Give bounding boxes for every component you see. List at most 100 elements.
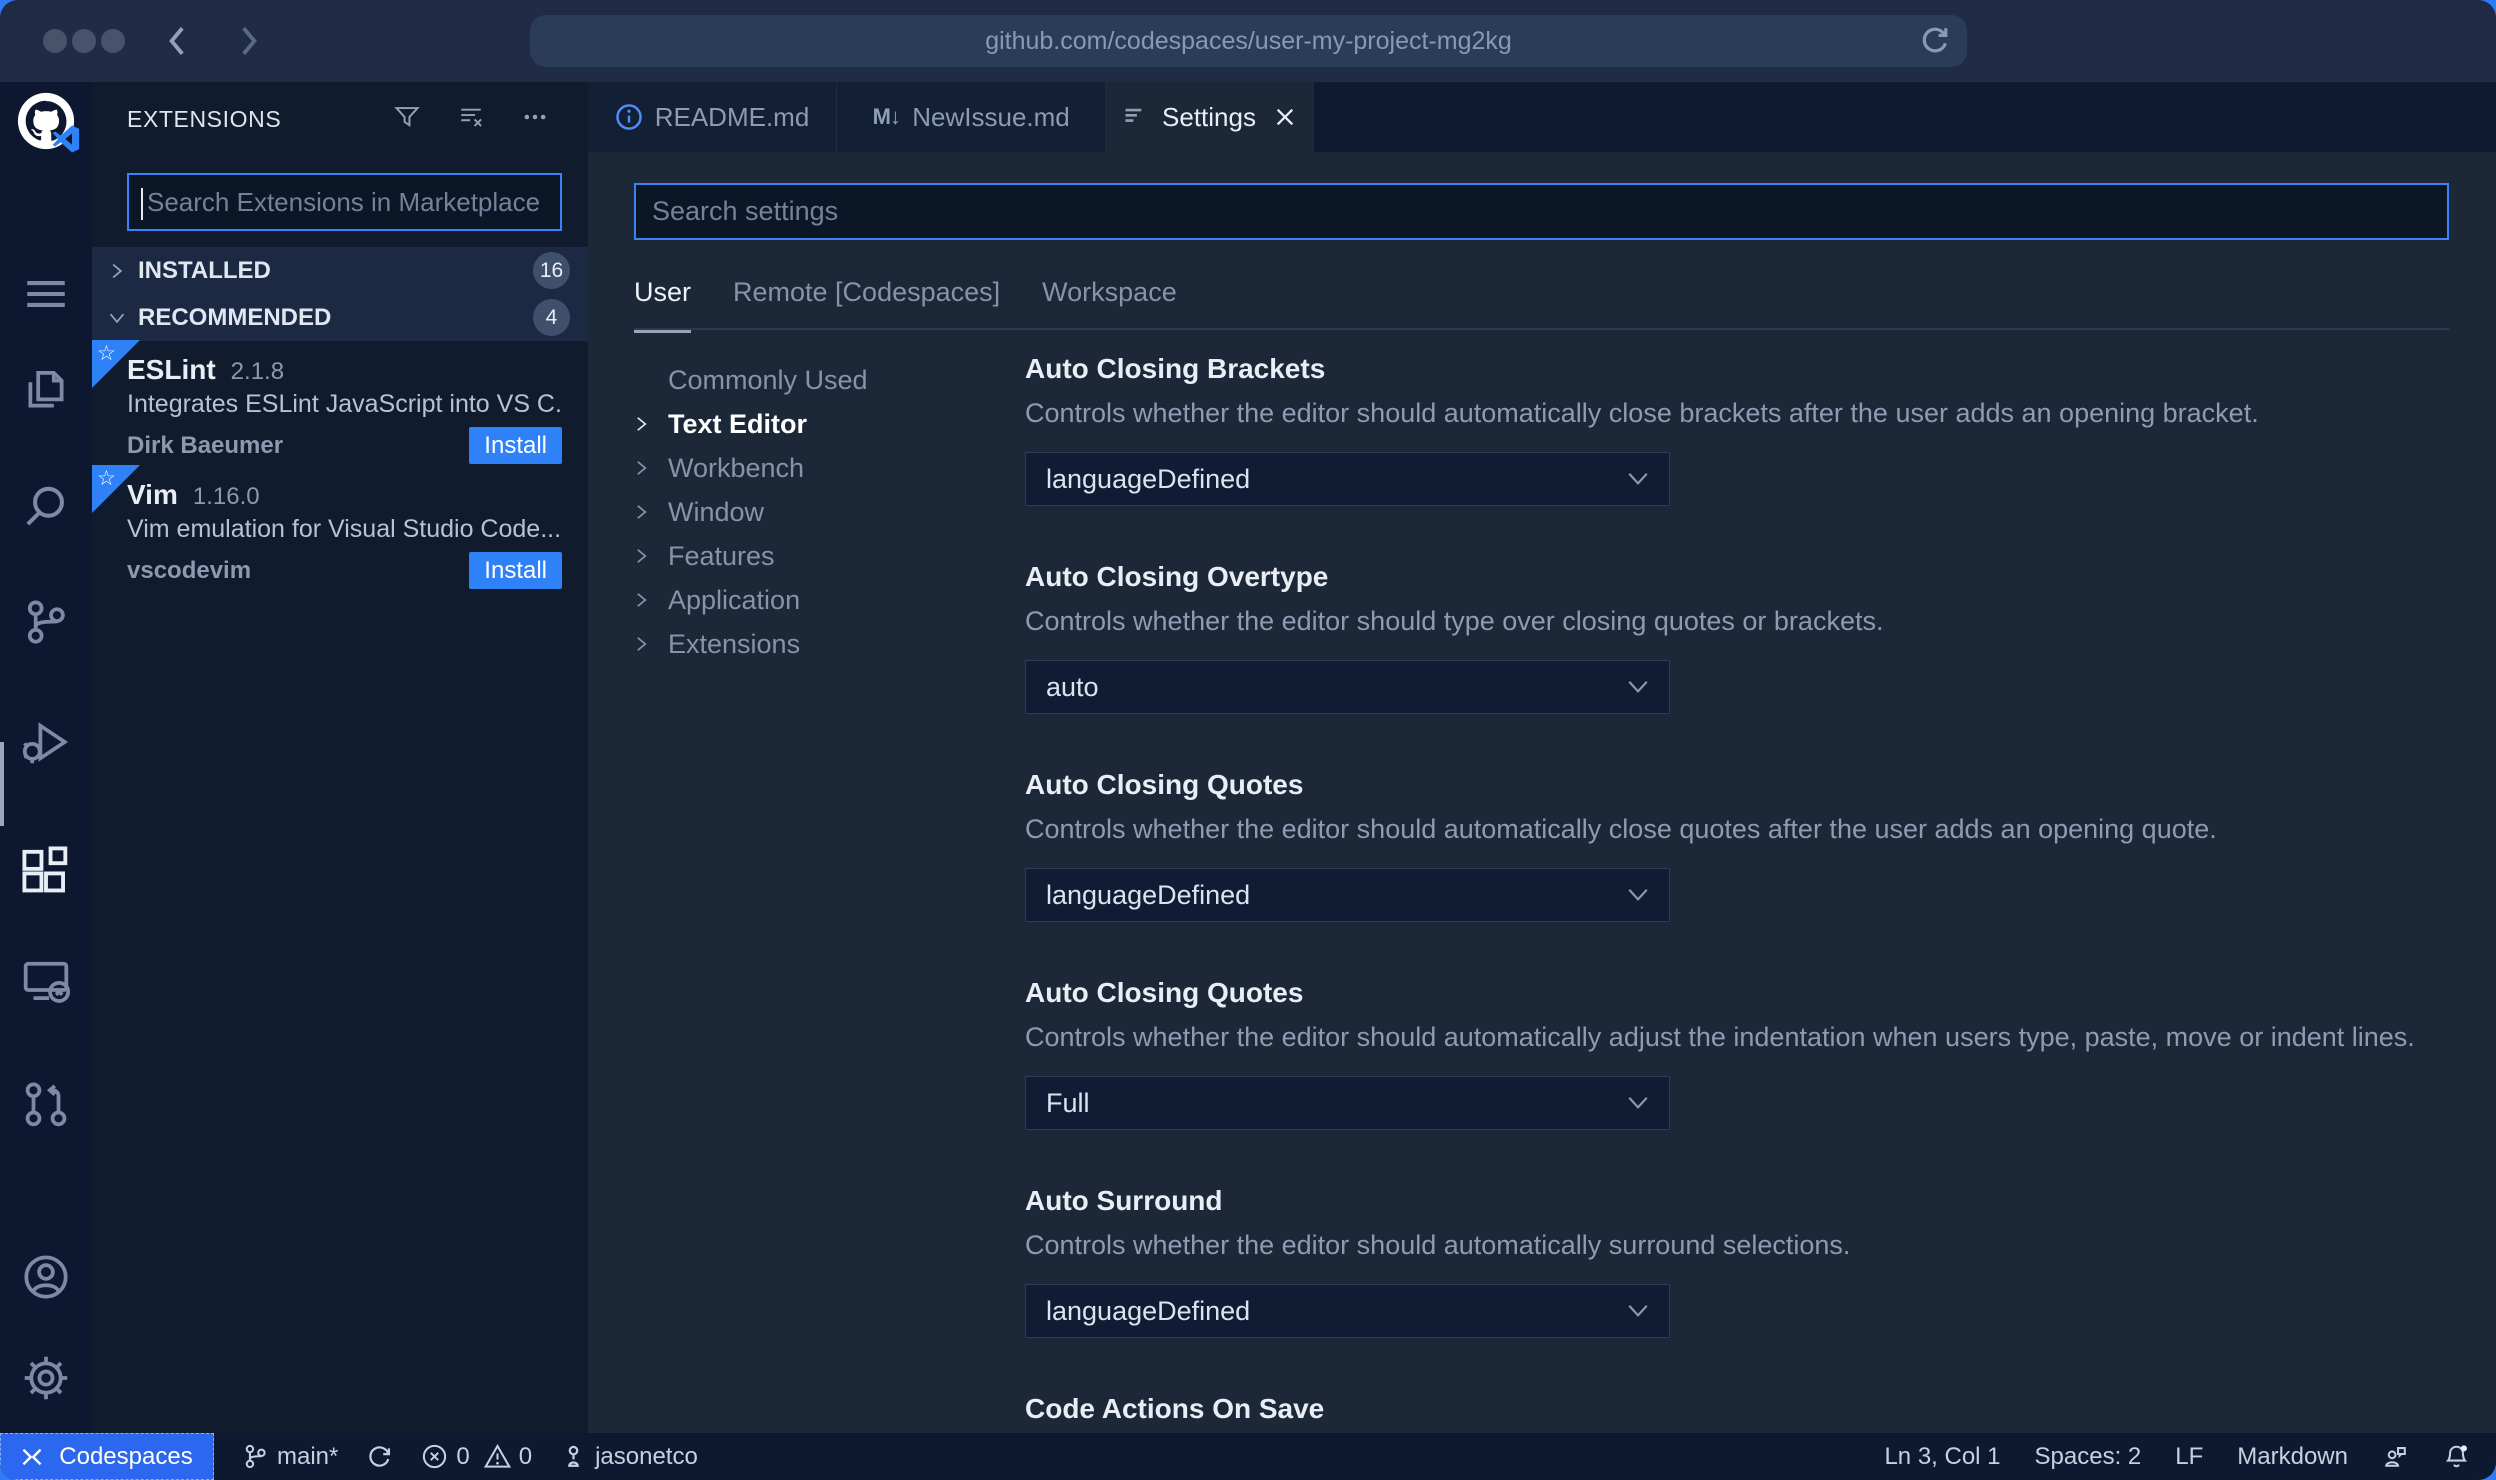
toc-extensions[interactable]: Extensions <box>634 622 1014 666</box>
extension-version: 1.16.0 <box>192 483 260 510</box>
scope-workspace[interactable]: Workspace <box>1042 277 1177 333</box>
extensions-icon[interactable] <box>0 841 92 899</box>
scope-divider <box>634 328 2449 330</box>
window-maximize-button[interactable] <box>101 29 125 53</box>
section-label: RECOMMENDED <box>138 303 332 331</box>
window-close-button[interactable] <box>43 29 67 53</box>
more-actions-icon[interactable] <box>522 104 548 135</box>
setting-description: Controls whether the editor should type … <box>1025 606 1884 636</box>
url-text: github.com/codespaces/user-my-project-mg… <box>985 26 1512 55</box>
setting-dropdown[interactable]: languageDefined <box>1025 868 1670 922</box>
setting-title: Auto Closing Overtype <box>1025 561 1329 592</box>
settings-search-input[interactable] <box>636 185 2447 238</box>
refresh-icon[interactable] <box>1919 25 1951 57</box>
indentation-indicator[interactable]: Spaces: 2 <box>2035 1443 2142 1471</box>
notifications-button[interactable] <box>2443 1443 2470 1470</box>
account-icon[interactable] <box>0 1248 92 1306</box>
setting-title: Auto Closing Quotes <box>1025 769 1304 800</box>
tab-label: README.md <box>654 101 810 132</box>
browser-back-button[interactable] <box>161 24 195 58</box>
settings-toc: Commonly Used Text Editor Workbench Wind… <box>634 358 1014 666</box>
window-minimize-button[interactable] <box>72 29 96 53</box>
sync-button[interactable] <box>366 1443 393 1470</box>
problems-indicator[interactable]: 0 0 <box>421 1443 532 1471</box>
sidebar-title: EXTENSIONS <box>127 105 282 132</box>
source-control-icon[interactable] <box>0 593 92 651</box>
browser-forward-button[interactable] <box>231 24 265 58</box>
feedback-button[interactable] <box>2382 1443 2409 1470</box>
scope-remote[interactable]: Remote [Codespaces] <box>733 277 1000 333</box>
activity-bar <box>0 82 92 1433</box>
eol-indicator[interactable]: LF <box>2175 1443 2203 1471</box>
cursor-position[interactable]: Ln 3, Col 1 <box>1884 1443 2000 1471</box>
chevron-down-icon <box>108 309 126 327</box>
remote-label: Codespaces <box>59 1442 193 1470</box>
user-indicator[interactable]: jasonetco <box>560 1443 698 1471</box>
info-icon <box>615 103 643 131</box>
user-label: jasonetco <box>595 1442 698 1470</box>
search-icon[interactable] <box>0 477 92 535</box>
remote-indicator[interactable]: Codespaces <box>0 1433 214 1480</box>
pull-request-icon[interactable] <box>0 1075 92 1133</box>
branch-label: main* <box>277 1442 339 1470</box>
toc-application[interactable]: Application <box>634 578 1014 622</box>
recommended-count-badge: 4 <box>533 299 570 336</box>
section-label: INSTALLED <box>138 256 271 284</box>
setting-dropdown[interactable]: languageDefined <box>1025 1284 1670 1338</box>
setting-auto-indent: Auto Closing Quotes Controls whether the… <box>1025 976 2449 1130</box>
setting-description: Controls whether the editor should autom… <box>1025 814 2217 844</box>
scope-user[interactable]: User <box>634 277 692 333</box>
run-debug-icon[interactable] <box>0 713 92 771</box>
extension-publisher: Dirk Baeumer <box>127 431 284 459</box>
tab-settings[interactable]: Settings <box>1106 82 1314 152</box>
language-mode[interactable]: Markdown <box>2237 1443 2348 1471</box>
setting-title: Auto Closing Quotes <box>1025 977 1304 1008</box>
tab-label: NewIssue.md <box>912 101 1070 132</box>
setting-title: Auto Surround <box>1025 1185 1223 1216</box>
chevron-down-icon <box>1627 1096 1649 1110</box>
setting-description: Controls whether the editor should autom… <box>1025 1230 1851 1260</box>
toc-window[interactable]: Window <box>634 490 1014 534</box>
explorer-icon[interactable] <box>0 361 92 419</box>
setting-dropdown[interactable]: languageDefined <box>1025 452 1670 506</box>
remote-explorer-icon[interactable] <box>0 951 92 1009</box>
toc-commonly-used[interactable]: Commonly Used <box>634 358 1014 402</box>
clear-extension-search-icon[interactable] <box>458 104 484 135</box>
setting-title: Auto Closing Brackets <box>1025 353 1326 384</box>
setting-title: Code Actions On Save <box>1025 1393 1325 1424</box>
filter-icon[interactable] <box>394 104 420 135</box>
extension-item-eslint[interactable]: ☆ ESLint 2.1.8 Integrates ESLint JavaScr… <box>92 340 588 465</box>
settings-search-box <box>634 183 2449 240</box>
chevron-down-icon <box>1627 888 1649 902</box>
tab-label: Settings <box>1162 101 1256 132</box>
menu-icon[interactable] <box>0 265 92 323</box>
toc-text-editor[interactable]: Text Editor <box>634 402 1014 446</box>
setting-dropdown[interactable]: Full <box>1025 1076 1670 1130</box>
install-button[interactable]: Install <box>469 427 562 464</box>
setting-dropdown[interactable]: auto <box>1025 660 1670 714</box>
window-controls <box>43 29 125 53</box>
chevron-down-icon <box>1627 1304 1649 1318</box>
status-bar: Codespaces main* 0 0 jasonetco Ln 3, Col… <box>0 1433 2496 1480</box>
section-installed[interactable]: INSTALLED 16 <box>92 247 588 294</box>
error-count: 0 <box>456 1442 470 1470</box>
branch-indicator[interactable]: main* <box>242 1443 338 1471</box>
settings-gear-icon[interactable] <box>0 1349 92 1407</box>
close-icon[interactable] <box>1272 104 1298 130</box>
extension-version: 2.1.8 <box>230 358 285 385</box>
extensions-sidebar: EXTENSIONS INSTALLED 16 RECOMMENDED 4 ☆ … <box>92 82 588 1433</box>
install-button[interactable]: Install <box>469 552 562 589</box>
address-bar[interactable]: github.com/codespaces/user-my-project-mg… <box>530 15 1967 67</box>
extensions-search-box <box>127 173 562 231</box>
setting-auto-closing-quotes: Auto Closing Quotes Controls whether the… <box>1025 768 2449 922</box>
toc-features[interactable]: Features <box>634 534 1014 578</box>
sync-icon <box>369 1446 391 1467</box>
section-recommended[interactable]: RECOMMENDED 4 <box>92 294 588 341</box>
extension-publisher: vscodevim <box>127 556 252 584</box>
tab-readme[interactable]: README.md <box>588 82 837 152</box>
extensions-search-input[interactable] <box>129 175 560 229</box>
tab-newissue[interactable]: M↓ NewIssue.md <box>837 82 1106 152</box>
branch-icon <box>245 1444 266 1469</box>
extension-item-vim[interactable]: ☆ Vim 1.16.0 Vim emulation for Visual St… <box>92 465 588 590</box>
toc-workbench[interactable]: Workbench <box>634 446 1014 490</box>
